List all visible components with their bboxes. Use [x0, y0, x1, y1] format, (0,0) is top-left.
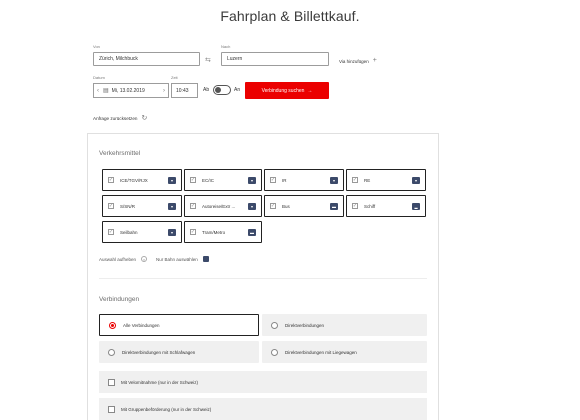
- connection-label: Direktverbindungen mit Schlafwagen: [122, 349, 196, 355]
- add-via-label: Via hinzufügen: [339, 58, 369, 64]
- radio-icon: [109, 321, 116, 329]
- mode-label: Autoreise/Extr ...: [202, 203, 236, 209]
- mode-label: Schiff: [364, 203, 376, 209]
- arrow-right-icon: →: [307, 87, 313, 94]
- mode-label: ICE/TGV/RJX: [120, 177, 148, 183]
- mode-autoreise[interactable]: ✓ Autoreise/Extr ... ▾: [184, 195, 262, 217]
- checkbox-icon: ✓: [352, 177, 358, 183]
- mode-label: EC/IC: [202, 177, 215, 183]
- refresh-icon: ↻: [141, 115, 148, 122]
- close-icon[interactable]: ×: [141, 256, 148, 262]
- departure-arrival-toggle[interactable]: [213, 85, 231, 95]
- option-label: Mit Gruppenbeförderung (nur in der Schwe…: [121, 406, 212, 412]
- search-button-label: Verbindung suchen: [261, 87, 305, 94]
- connection-direct-couchette[interactable]: Direktverbindungen mit Liegewagen: [262, 341, 427, 363]
- mode-s-sn-r[interactable]: ✓ S/SN/R ▾: [102, 195, 182, 217]
- checkbox-icon: ✓: [108, 203, 114, 209]
- checkbox-icon: ✓: [190, 203, 196, 209]
- train-icon: [202, 256, 209, 262]
- swap-icon[interactable]: ⇆: [205, 56, 211, 64]
- mode-label: IR: [282, 177, 287, 183]
- mode-label: Bus: [282, 203, 290, 209]
- time-field[interactable]: 10:43: [171, 83, 198, 98]
- departure-label: Ab: [203, 87, 210, 93]
- mode-schiff[interactable]: ✓ Schiff ▂: [346, 195, 426, 217]
- radio-icon: [271, 348, 278, 356]
- checkbox-icon: ✓: [108, 177, 114, 183]
- option-group-travel[interactable]: Mit Gruppenbeförderung (nur in der Schwe…: [99, 398, 427, 420]
- to-field[interactable]: Luzern: [221, 52, 329, 66]
- connections-title: Verbindungen: [99, 296, 140, 303]
- from-value: Zürich, Milchbuck: [99, 56, 138, 62]
- checkbox-icon: ✓: [270, 203, 276, 209]
- tram-icon: ▬: [248, 228, 256, 236]
- mode-selection-actions: Auswahl aufheben × Nur Bahn auswählen: [99, 256, 209, 262]
- plus-icon: +: [372, 57, 377, 64]
- train-icon: ▾: [330, 176, 338, 184]
- search-button[interactable]: Verbindung suchen →: [245, 82, 329, 99]
- modes-title: Verkehrsmittel: [99, 150, 141, 157]
- checkbox-icon: ✓: [108, 229, 114, 235]
- mode-label: Tram/Metro: [202, 229, 226, 235]
- mode-label: RE: [364, 177, 371, 183]
- prev-day-icon[interactable]: ‹: [94, 88, 102, 94]
- mode-seilbahn[interactable]: ✓ Seilbahn ▾: [102, 221, 182, 243]
- mode-label: S/SN/R: [120, 203, 136, 209]
- date-value: Mi, 13.02.2019: [111, 87, 145, 94]
- connection-all[interactable]: Alle Verbindungen: [99, 314, 259, 336]
- checkbox-icon: ✓: [190, 177, 196, 183]
- checkbox-icon: ✓: [270, 177, 276, 183]
- train-only-button[interactable]: Nur Bahn auswählen: [156, 257, 198, 262]
- train-icon: ▾: [168, 202, 176, 210]
- arrival-label: An: [234, 87, 241, 93]
- option-label: Mit Velomitnahme (nur in der Schweiz): [121, 379, 199, 385]
- mode-ice[interactable]: ✓ ICE/TGV/RJX ▾: [102, 169, 182, 191]
- connection-direct[interactable]: Direktverbindungen: [262, 314, 427, 336]
- connection-direct-sleeper[interactable]: Direktverbindungen mit Schlafwagen: [99, 341, 259, 363]
- calendar-icon: ▤: [103, 88, 109, 94]
- bus-icon: ▬: [330, 202, 338, 210]
- train-icon: ▾: [412, 176, 420, 184]
- radio-icon: [108, 348, 115, 356]
- train-icon: ▾: [168, 176, 176, 184]
- divider: [99, 278, 427, 279]
- time-value: 10:43: [176, 87, 189, 94]
- add-via-button[interactable]: Via hinzufügen +: [339, 57, 377, 64]
- to-value: Luzern: [227, 56, 243, 62]
- option-bike-transport[interactable]: Mit Velomitnahme (nur in der Schweiz): [99, 371, 427, 393]
- mode-ec-ic[interactable]: ✓ EC/IC ▾: [184, 169, 262, 191]
- checkbox-icon: [108, 378, 115, 386]
- radio-icon: [271, 321, 278, 329]
- checkbox-icon: [108, 405, 115, 413]
- mode-bus[interactable]: ✓ Bus ▬: [264, 195, 344, 217]
- page-title: Fahrplan & Billettkauf.: [220, 8, 360, 24]
- train-icon: ▾: [248, 176, 256, 184]
- connection-label: Direktverbindungen mit Liegewagen: [285, 349, 357, 355]
- mode-ir[interactable]: ✓ IR ▾: [264, 169, 344, 191]
- from-field[interactable]: Zürich, Milchbuck: [93, 52, 200, 66]
- toggle-knob: [215, 87, 221, 93]
- reset-label: Anfrage zurücksetzen: [93, 115, 138, 121]
- connection-label: Alle Verbindungen: [123, 322, 160, 328]
- next-day-icon[interactable]: ›: [160, 88, 168, 94]
- train-icon: ▾: [248, 202, 256, 210]
- from-label: Von: [93, 44, 100, 49]
- deselect-all-button[interactable]: Auswahl aufheben: [99, 257, 136, 262]
- connection-label: Direktverbindungen: [285, 322, 325, 328]
- to-label: Nach: [221, 44, 231, 49]
- checkbox-icon: ✓: [352, 203, 358, 209]
- reset-button[interactable]: Anfrage zurücksetzen ↻: [93, 114, 147, 122]
- cable-car-icon: ▾: [168, 228, 176, 236]
- mode-tram-metro[interactable]: ✓ Tram/Metro ▬: [184, 221, 262, 243]
- date-field[interactable]: ‹ ▤ Mi, 13.02.2019 ›: [93, 83, 169, 98]
- mode-re[interactable]: ✓ RE ▾: [346, 169, 426, 191]
- checkbox-icon: ✓: [190, 229, 196, 235]
- ship-icon: ▂: [412, 202, 420, 210]
- date-label: Datum: [93, 75, 105, 80]
- time-label: Zeit: [171, 75, 178, 80]
- mode-label: Seilbahn: [120, 229, 138, 235]
